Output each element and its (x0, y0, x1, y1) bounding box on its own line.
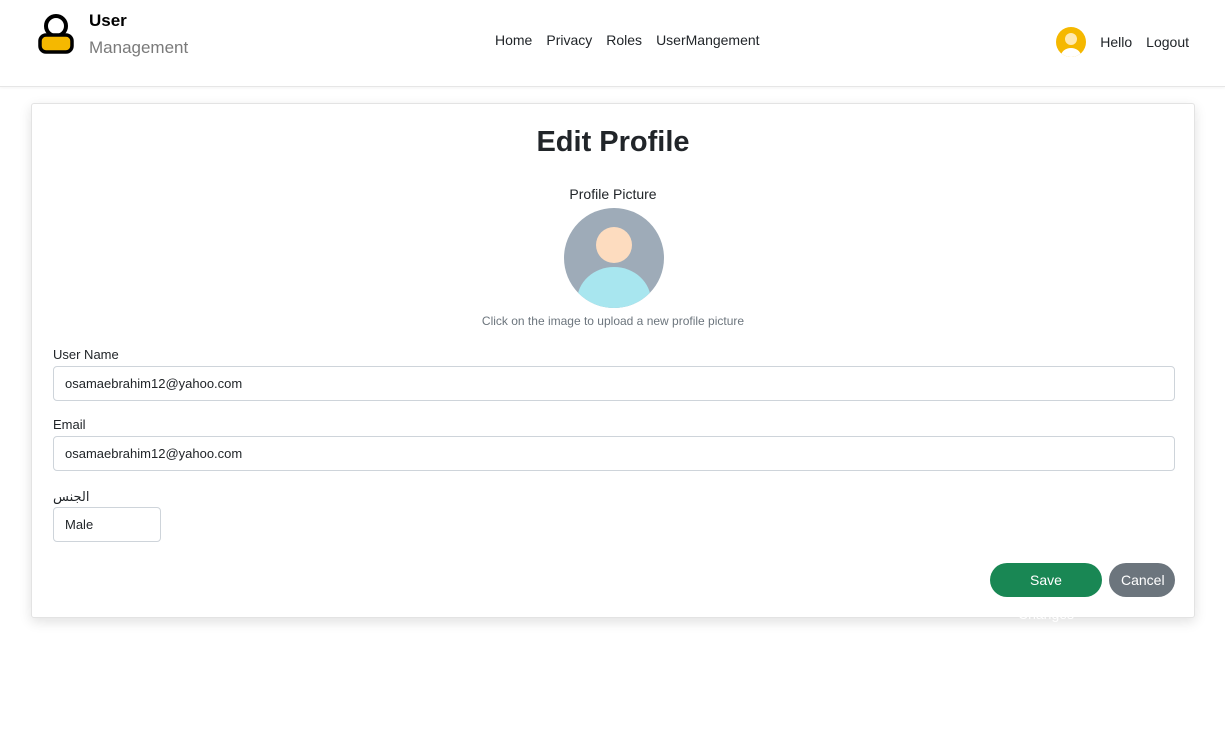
nav-link-privacy[interactable]: Privacy (546, 32, 592, 48)
gender-label: الجنس (53, 489, 90, 504)
logout-link[interactable]: Logout (1146, 34, 1189, 50)
greeting-text: Hello (1100, 34, 1133, 50)
nav-link-roles[interactable]: Roles (606, 32, 642, 48)
profile-picture-hint: Click on the image to upload a new profi… (481, 314, 745, 328)
username-label: User Name (53, 347, 119, 362)
username-input[interactable] (53, 366, 1175, 401)
nav-link-user-management[interactable]: UserMangement (656, 32, 760, 48)
email-label: Email (53, 417, 86, 432)
brand-title: User (89, 11, 127, 30)
brand-link[interactable]: User Management (38, 10, 188, 56)
user-avatar-icon[interactable] (1056, 27, 1087, 57)
email-input[interactable] (53, 436, 1175, 471)
top-navbar: User Management Home Privacy Roles UserM… (0, 0, 1225, 87)
user-menu: Hello Logout (1056, 27, 1189, 57)
nav-link-home[interactable]: Home (495, 32, 532, 48)
main-nav: Home Privacy Roles UserMangement (495, 32, 760, 48)
page-title: Edit Profile (536, 126, 690, 158)
profile-picture-upload[interactable] (563, 207, 665, 309)
brand-subtitle: Management (89, 38, 189, 57)
gender-select[interactable]: Male (53, 507, 161, 542)
save-changes-button[interactable]: Save Changes (990, 563, 1102, 622)
profile-picture-label: Profile Picture (569, 186, 657, 202)
user-lock-icon (38, 14, 74, 54)
edit-profile-card: Edit Profile Profile Picture Click on th… (31, 103, 1195, 622)
cancel-button[interactable]: Cancel (1109, 563, 1175, 597)
